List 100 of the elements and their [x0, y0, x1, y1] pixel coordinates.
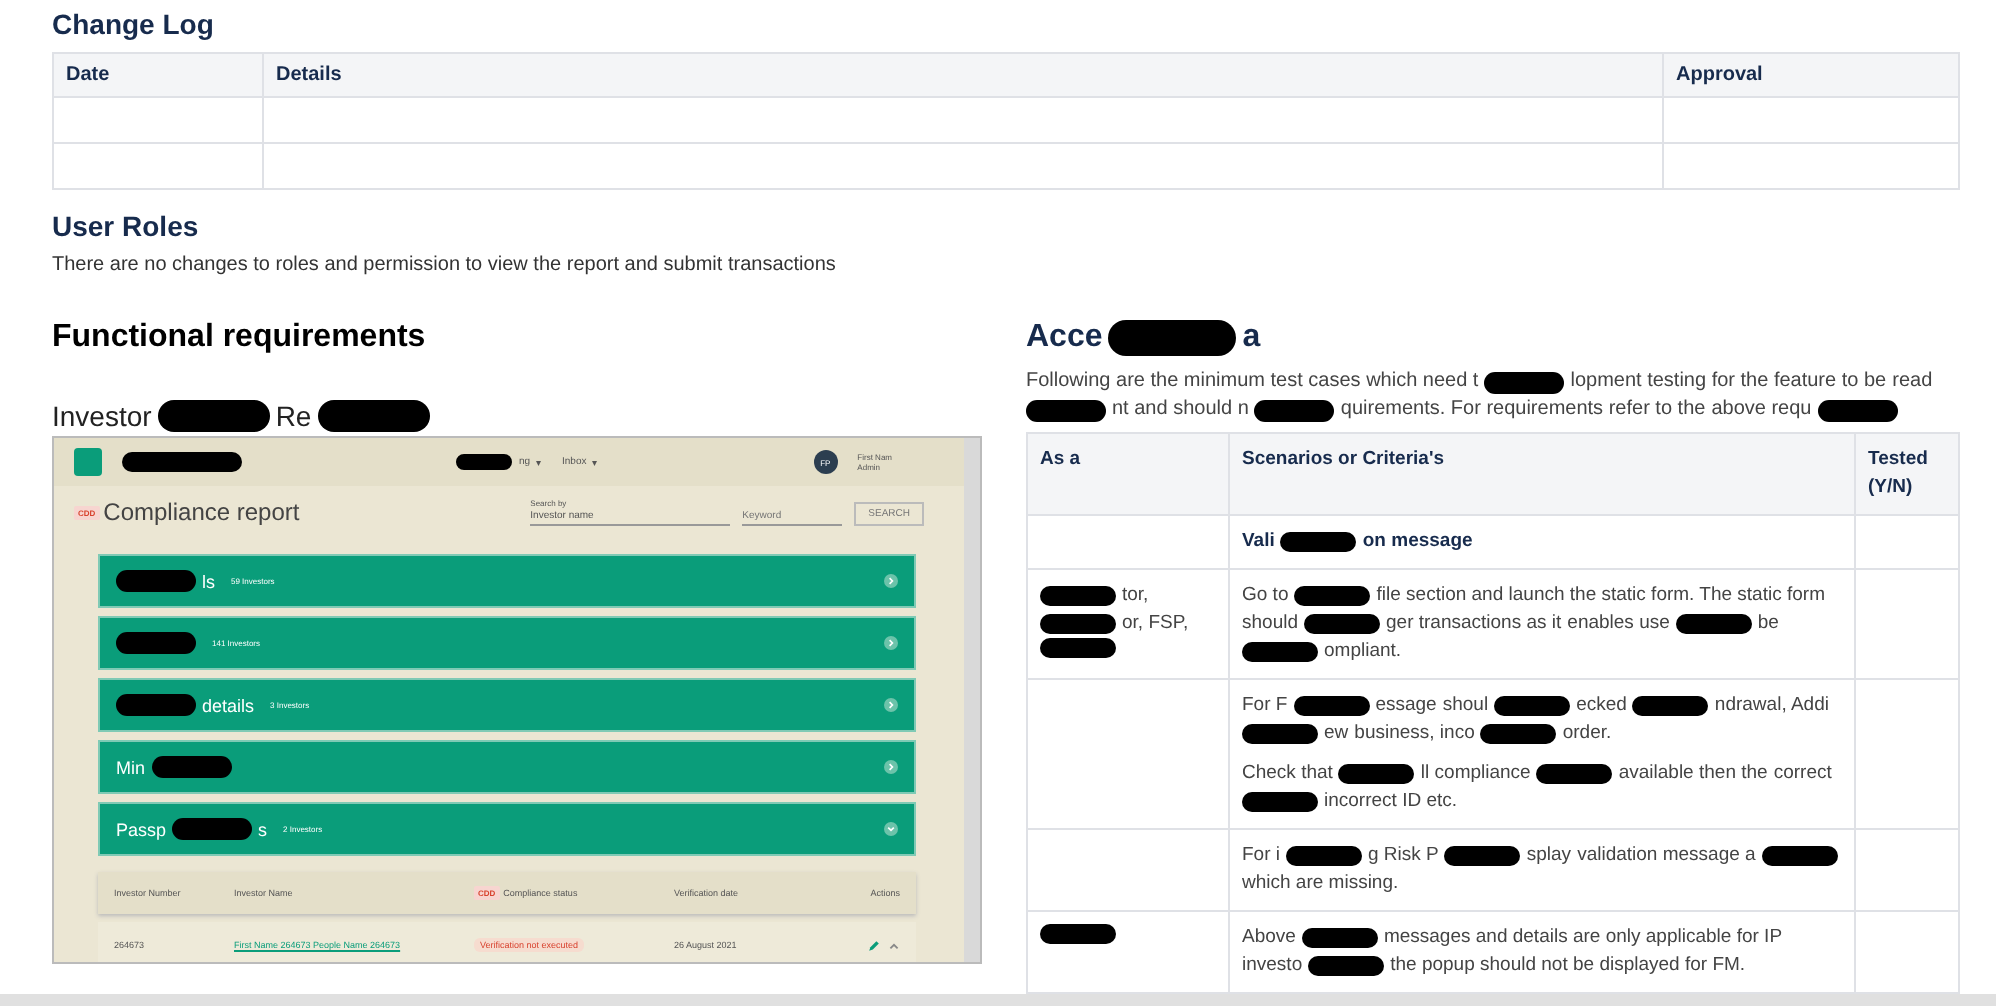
- redaction-mark: [1040, 613, 1116, 635]
- redaction-mark: [1242, 641, 1318, 663]
- subtitle: Re: [275, 400, 312, 432]
- criteria-text: correct: [1773, 760, 1832, 788]
- criteria-text: ndrawal, Addi: [1714, 692, 1829, 720]
- pencil-icon[interactable]: [868, 939, 880, 951]
- redaction-mark: [1040, 638, 1116, 659]
- column-header: Details: [263, 53, 1663, 97]
- roles-text: There are no changes to roles and permission to view the report and submit transactions: [52, 254, 838, 276]
- criteria-text: which are missing.: [1242, 870, 1399, 898]
- table-cell: tor,: [1122, 582, 1149, 610]
- intro-text: lopment testing for the feature to be: [1570, 368, 1887, 396]
- redaction-mark: [456, 454, 513, 470]
- redaction-mark: [151, 756, 232, 778]
- criteria-text: For F: [1242, 692, 1288, 720]
- redaction-mark: [116, 632, 196, 654]
- criteria-text: messages and details are only applicable for IP: [1383, 924, 1783, 952]
- redaction-mark: [1286, 845, 1362, 867]
- redaction-mark: [172, 818, 253, 840]
- chevron-right-icon[interactable]: [884, 698, 898, 712]
- redaction-mark: [1536, 763, 1613, 785]
- intro-text: Following are the minimum test cases which need t: [1026, 368, 1479, 396]
- criteria-text: Vali: [1242, 528, 1275, 556]
- table-cell: or, FSP,: [1122, 610, 1189, 638]
- redaction-mark: [317, 400, 430, 432]
- criteria-text: incorrect ID etc.: [1324, 788, 1458, 816]
- criteria-text: available then the: [1618, 760, 1768, 788]
- criteria-text: be: [1757, 610, 1779, 638]
- redaction-mark: [1761, 845, 1838, 867]
- redaction-mark: [1484, 371, 1565, 393]
- group-name: details: [202, 695, 255, 715]
- redaction-mark: [1293, 695, 1370, 717]
- column-header: Date: [53, 53, 263, 97]
- redaction-mark: [1040, 924, 1116, 945]
- criteria-text: Above: [1242, 924, 1296, 952]
- subtitle: Investor: [52, 400, 152, 432]
- redaction-mark: [1108, 320, 1237, 356]
- criteria-text: For i: [1242, 842, 1280, 870]
- criteria-text: ger transactions as it: [1386, 610, 1562, 638]
- column-header: Tested (Y/N): [1855, 433, 1959, 515]
- redaction-mark: [1817, 399, 1898, 421]
- redaction-mark: [1632, 695, 1709, 717]
- criteria-text: shoul: [1442, 692, 1489, 720]
- chevron-right-icon[interactable]: [884, 574, 898, 588]
- redaction-mark: [116, 570, 196, 592]
- page-title: Compliance report: [103, 498, 300, 526]
- intro-text: above requ: [1711, 396, 1812, 424]
- redaction-mark: [1444, 845, 1521, 867]
- chevron-up-icon[interactable]: [888, 939, 900, 951]
- section-title: Change Log: [52, 8, 216, 40]
- redaction-mark: [1040, 585, 1116, 607]
- criteria-text: essage: [1375, 692, 1437, 720]
- redaction-mark: [1338, 763, 1415, 785]
- scrollbar[interactable]: [964, 438, 980, 962]
- redaction-mark: [1675, 613, 1752, 635]
- redaction-mark: [1242, 723, 1318, 745]
- intro-text: read: [1892, 368, 1933, 396]
- redaction-mark: [1308, 955, 1385, 977]
- criteria-text: enables use: [1567, 610, 1670, 638]
- criteria-text: splay: [1526, 842, 1572, 870]
- criteria-text: g Risk P: [1368, 842, 1439, 870]
- redaction-mark: [1242, 791, 1318, 813]
- section-title: Acce: [1026, 320, 1103, 356]
- group-name: Passp: [116, 819, 167, 839]
- group-name: ls: [202, 571, 215, 591]
- criteria-text: the popup should not be displayed for FM.: [1390, 952, 1746, 980]
- redaction-mark: [1480, 723, 1557, 745]
- redaction-mark: [1294, 585, 1371, 607]
- column-header: Scenarios or Criteria's: [1229, 433, 1855, 515]
- chevron-right-icon[interactable]: [884, 760, 898, 774]
- redaction-mark: [1280, 531, 1357, 553]
- criteria-text: business, inco: [1354, 720, 1475, 748]
- redaction-mark: [1494, 695, 1571, 717]
- criteria-text: ew: [1324, 720, 1349, 748]
- section-title: Functional requirements: [52, 320, 428, 356]
- criteria-text: order.: [1562, 720, 1612, 748]
- redaction-mark: [122, 452, 242, 472]
- criteria-text: on message: [1362, 528, 1473, 556]
- criteria-text: ll compliance: [1420, 760, 1531, 788]
- group-name: Min: [116, 757, 146, 777]
- redaction-mark: [1301, 927, 1378, 949]
- criteria-text: investo: [1242, 952, 1303, 980]
- group-bar[interactable]: Min: [98, 740, 916, 794]
- column-header: As a: [1027, 433, 1229, 515]
- criteria-text: Check that: [1242, 760, 1333, 788]
- section-title: a: [1242, 320, 1261, 356]
- section-title: User Roles: [52, 210, 201, 242]
- redaction-mark: [1304, 613, 1380, 635]
- chevron-right-icon[interactable]: [884, 636, 898, 650]
- criteria-text: should: [1242, 610, 1298, 638]
- criteria-text: file section and launch the static form. The static form: [1376, 582, 1825, 610]
- chevron-down-icon[interactable]: [884, 822, 898, 836]
- redaction-mark: [1026, 399, 1106, 421]
- criteria-text: Go to: [1242, 582, 1289, 610]
- redaction-mark: [157, 400, 270, 432]
- criteria-text: ecked: [1576, 692, 1627, 720]
- column-header: Approval: [1663, 53, 1959, 97]
- group-name: s: [258, 819, 268, 839]
- criteria-text: validation message a: [1577, 842, 1756, 870]
- intro-text: nt and should n: [1112, 396, 1249, 424]
